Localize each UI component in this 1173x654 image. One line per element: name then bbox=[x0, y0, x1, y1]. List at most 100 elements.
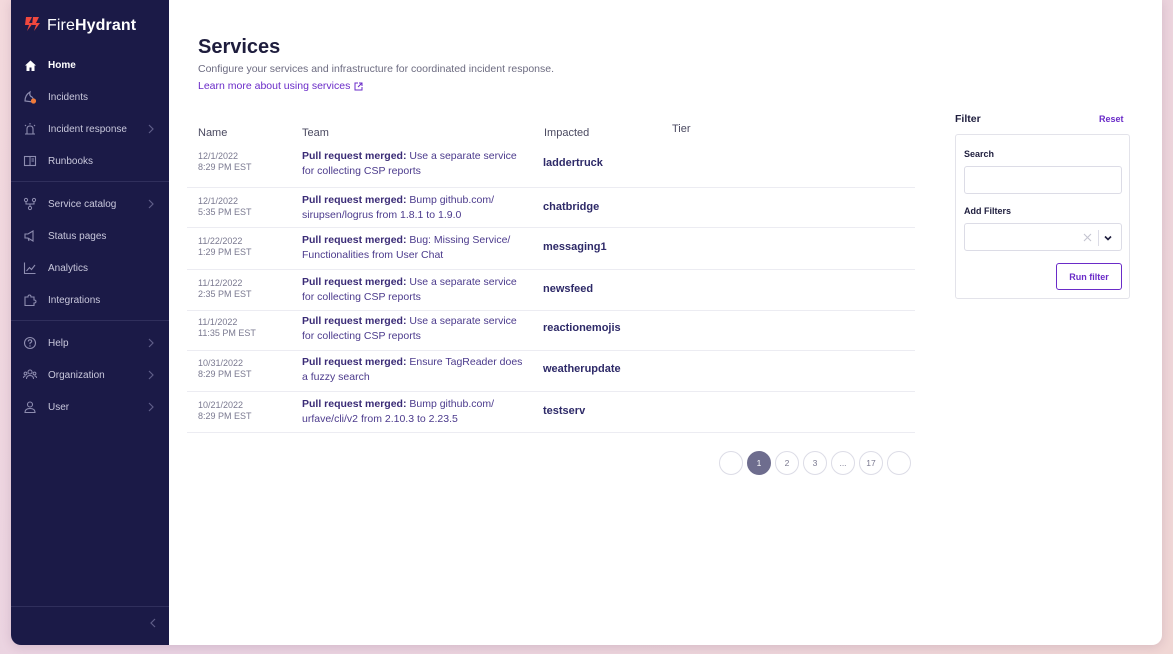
filter-reset-button[interactable]: Reset bbox=[1099, 114, 1124, 124]
sidebar-item-incident-response[interactable]: Incident response bbox=[11, 116, 169, 142]
row-timestamp: 12/1/2022 8:29 PM EST bbox=[198, 151, 252, 172]
chevron-right-icon bbox=[148, 199, 154, 209]
external-link-icon bbox=[354, 82, 363, 90]
pagination-page-17[interactable]: 17 bbox=[859, 451, 883, 475]
table-row[interactable]: 10/21/2022 8:29 PM EST Pull request merge… bbox=[187, 392, 915, 433]
column-header-impacted[interactable]: Impacted bbox=[544, 127, 589, 139]
sidebar-item-runbooks[interactable]: Runbooks bbox=[11, 148, 169, 174]
firehydrant-logo-icon bbox=[23, 15, 41, 38]
row-impacted-service[interactable]: chatbridge bbox=[543, 201, 599, 213]
sidebar-item-label: Runbooks bbox=[48, 155, 94, 167]
chevron-right-icon bbox=[148, 370, 154, 380]
column-header-name[interactable]: Name bbox=[198, 127, 227, 139]
sidebar-item-label: Status pages bbox=[48, 230, 107, 242]
user-icon bbox=[23, 400, 37, 414]
row-event[interactable]: Pull request merged: Ensure TagReader do… bbox=[302, 355, 534, 385]
sidebar-item-user[interactable]: User bbox=[11, 394, 169, 420]
table-row[interactable]: 12/1/2022 8:29 PM EST Pull request merged… bbox=[187, 143, 915, 188]
sidebar-item-help[interactable]: Help bbox=[11, 330, 169, 356]
sidebar-item-service-catalog[interactable]: Service catalog bbox=[11, 191, 169, 217]
select-separator bbox=[1098, 230, 1099, 246]
pagination-page-2[interactable]: 2 bbox=[775, 451, 799, 475]
sidebar-item-status-pages[interactable]: Status pages bbox=[11, 223, 169, 249]
puzzle-icon bbox=[23, 293, 37, 307]
service-catalog-icon bbox=[23, 197, 37, 211]
sidebar-item-label: Home bbox=[48, 59, 76, 71]
table-row[interactable]: 10/31/2022 8:29 PM EST Pull request merge… bbox=[187, 351, 915, 392]
incidents-icon bbox=[23, 90, 37, 104]
app-window: FireHydrant Home Incidents Incident resp… bbox=[11, 0, 1162, 645]
row-impacted-service[interactable]: testserv bbox=[543, 405, 585, 417]
sidebar-item-label: User bbox=[48, 401, 70, 413]
sidebar-divider bbox=[11, 181, 169, 182]
row-impacted-service[interactable]: newsfeed bbox=[543, 283, 593, 295]
chevron-right-icon bbox=[148, 124, 154, 134]
pagination-next-button[interactable] bbox=[887, 451, 911, 475]
filter-panel: Search Add Filters Run filter bbox=[955, 134, 1130, 299]
pagination-ellipsis[interactable]: ... bbox=[831, 451, 855, 475]
sidebar-item-label: Organization bbox=[48, 369, 105, 381]
organization-icon bbox=[23, 368, 37, 382]
table-row[interactable]: 12/1/2022 5:35 PM EST Pull request merged… bbox=[187, 188, 915, 228]
search-input[interactable] bbox=[964, 166, 1122, 194]
sidebar-item-label: Incidents bbox=[48, 91, 89, 103]
clear-icon[interactable] bbox=[1082, 232, 1093, 243]
pagination-prev-button[interactable] bbox=[719, 451, 743, 475]
sidebar-item-label: Help bbox=[48, 337, 69, 349]
sidebar-item-label: Incident response bbox=[48, 123, 127, 135]
row-event[interactable]: Pull request merged: Use a separate serv… bbox=[302, 149, 534, 179]
row-timestamp: 11/12/2022 2:35 PM EST bbox=[198, 278, 252, 299]
row-impacted-service[interactable]: weatherupdate bbox=[543, 363, 621, 375]
help-icon bbox=[23, 336, 37, 350]
page-title: Services bbox=[198, 36, 281, 58]
sidebar-item-analytics[interactable]: Analytics bbox=[11, 255, 169, 281]
runbook-icon bbox=[23, 154, 37, 168]
row-impacted-service[interactable]: messaging1 bbox=[543, 241, 607, 253]
home-icon bbox=[23, 58, 37, 72]
chevron-right-icon bbox=[148, 402, 154, 412]
row-impacted-service[interactable]: reactionemojis bbox=[543, 322, 621, 334]
sidebar-divider bbox=[11, 320, 169, 321]
column-header-team[interactable]: Team bbox=[302, 127, 329, 139]
learn-more-link[interactable]: Learn more about using services bbox=[198, 80, 363, 92]
brand-name: FireHydrant bbox=[47, 17, 137, 34]
sidebar: FireHydrant Home Incidents Incident resp… bbox=[11, 0, 169, 645]
row-timestamp: 12/1/2022 5:35 PM EST bbox=[198, 196, 252, 217]
sidebar-divider bbox=[11, 606, 169, 607]
learn-more-link-text: Learn more about using services bbox=[198, 80, 351, 92]
add-filters-select[interactable] bbox=[964, 223, 1122, 251]
pagination-page-1[interactable]: 1 bbox=[747, 451, 771, 475]
pagination-page-3[interactable]: 3 bbox=[803, 451, 827, 475]
row-event[interactable]: Pull request merged: Bug: Missing Servic… bbox=[302, 233, 534, 263]
logo[interactable]: FireHydrant bbox=[23, 16, 136, 36]
sidebar-item-incidents[interactable]: Incidents bbox=[11, 84, 169, 110]
search-label: Search bbox=[964, 149, 995, 159]
row-event[interactable]: Pull request merged: Use a separate serv… bbox=[302, 275, 534, 305]
row-timestamp: 11/1/2022 11:35 PM EST bbox=[198, 317, 256, 338]
siren-icon bbox=[23, 122, 37, 136]
chart-icon bbox=[23, 261, 37, 275]
sidebar-item-organization[interactable]: Organization bbox=[11, 362, 169, 388]
row-event[interactable]: Pull request merged: Use a separate serv… bbox=[302, 314, 534, 344]
sidebar-item-integrations[interactable]: Integrations bbox=[11, 287, 169, 313]
main-content: Services Configure your services and inf… bbox=[169, 0, 1162, 645]
add-filters-label: Add Filters bbox=[964, 206, 1012, 216]
table-row[interactable]: 11/1/2022 11:35 PM EST Pull request merge… bbox=[187, 311, 915, 351]
row-event[interactable]: Pull request merged: Bump github.com/urf… bbox=[302, 397, 534, 427]
row-event[interactable]: Pull request merged: Bump github.com/sir… bbox=[302, 193, 534, 223]
table-row[interactable]: 11/22/2022 1:29 PM EST Pull request merge… bbox=[187, 228, 915, 270]
chevron-down-icon[interactable] bbox=[1103, 233, 1113, 243]
sidebar-item-home[interactable]: Home bbox=[11, 52, 169, 78]
row-timestamp: 10/21/2022 8:29 PM EST bbox=[198, 400, 252, 421]
table-row[interactable]: 11/12/2022 2:35 PM EST Pull request merge… bbox=[187, 270, 915, 311]
sidebar-item-label: Service catalog bbox=[48, 198, 117, 210]
pagination: 1 2 3 ... 17 bbox=[719, 451, 911, 475]
run-filter-button[interactable]: Run filter bbox=[1056, 263, 1122, 290]
row-impacted-service[interactable]: laddertruck bbox=[543, 157, 603, 169]
page-subtitle: Configure your services and infrastructu… bbox=[198, 63, 555, 75]
filter-title: Filter bbox=[955, 113, 981, 125]
sidebar-item-label: Analytics bbox=[48, 262, 89, 274]
sidebar-item-label: Integrations bbox=[48, 294, 101, 306]
column-header-tier[interactable]: Tier bbox=[672, 123, 691, 135]
collapse-sidebar-icon[interactable] bbox=[147, 617, 159, 629]
